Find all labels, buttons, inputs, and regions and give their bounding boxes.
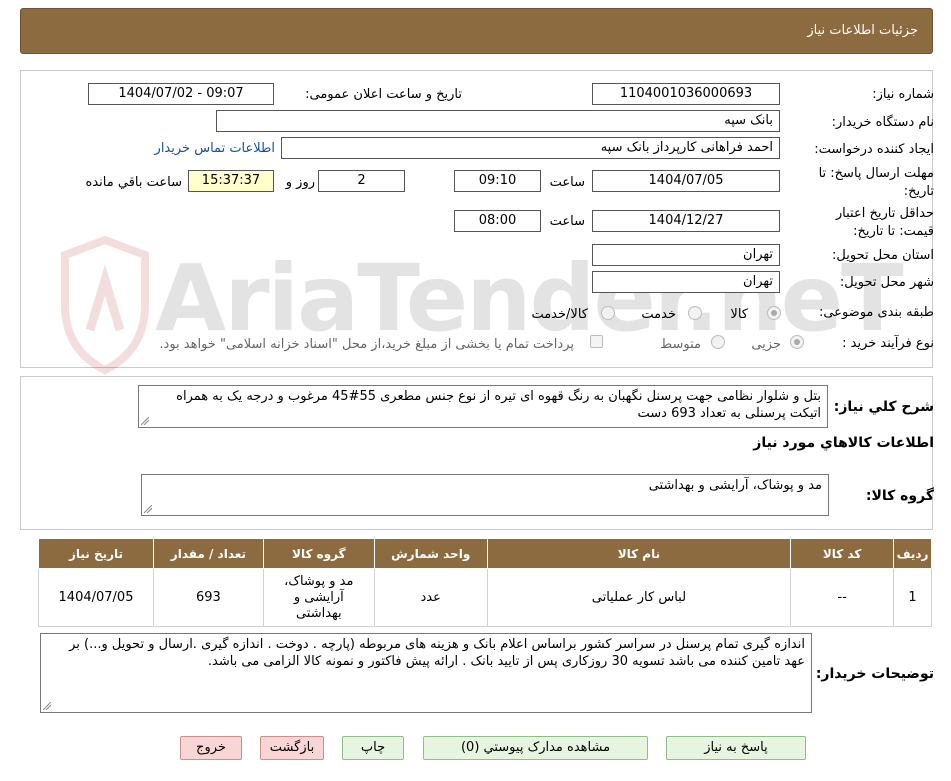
col-header-quantity: تعداد / مقدار [153,538,264,569]
city-label: شهر محل تحویل: [839,275,934,290]
resize-grip-icon[interactable] [43,702,51,710]
category-goods-service-label: کالا/خدمت [531,307,588,322]
resize-grip-icon[interactable] [144,505,152,513]
announce-field: 1404/07/02 - 09:07 [88,83,274,105]
cell-date: 1404/07/05 [38,568,154,627]
validity-label: حداقل تاریخ اعتبار [835,206,934,221]
back-button[interactable]: بازگشت [260,736,324,760]
remaining-label: ساعت باقي مانده [85,175,182,190]
remaining-days-field: 2 [318,170,405,192]
deadline-time-field: 09:10 [454,170,541,192]
city-field: تهران [592,271,780,293]
goods-group-label: گروه کالا: [865,488,934,504]
col-header-unit: واحد شمارش [373,538,488,569]
reply-button[interactable]: پاسخ به نیاز [666,736,806,760]
process-minor-label: جزیی [751,337,781,352]
need-number-label: شماره نیاز: [872,87,934,102]
goods-section-title: اطلاعات کالاهاي مورد نياز [753,435,934,451]
deadline-label: مهلت ارسال پاسخ: تا [818,166,934,181]
print-button[interactable]: چاپ [342,736,404,760]
cell-quantity: 693 [153,568,264,627]
buyer-notes-textarea: اندازه گیری تمام پرسنل در سراسر کشور برا… [40,633,812,713]
process-medium-label: متوسط [660,337,701,352]
category-service-label: خدمت [641,307,676,322]
page-header: جزئیات اطلاعات نیاز [20,8,933,54]
buyer-contact-link[interactable]: اطلاعات تماس خریدار [155,141,275,156]
buyer-org-label: نام دستگاه خریدار: [831,115,934,130]
cell-unit: عدد [373,568,488,627]
col-header-code: کد کالا [790,538,895,569]
province-field: تهران [592,244,780,266]
category-label: طبقه بندی موضوعی: [818,305,934,320]
validity-time-field: 08:00 [454,210,541,232]
process-label: نوع فرآیند خرید : [842,336,934,351]
cell-row-number: 1 [893,568,932,627]
buyer-notes-label: توضیحات خریدار: [815,666,934,682]
view-attachments-button[interactable]: مشاهده مدارک پیوستي (0) [423,736,648,760]
col-header-group: گروه کالا [262,538,375,569]
col-header-row-number: رديف [893,538,932,569]
need-number-field: 1104001036000693 [592,83,780,105]
remaining-time-field: 15:37:37 [188,170,274,192]
buyer-notes-text: اندازه گیری تمام پرسنل در سراسر کشور برا… [69,637,805,669]
goods-table: رديف کد کالا نام کالا واحد شمارش گروه کا… [38,538,932,627]
category-goods-service-radio[interactable] [601,306,615,320]
summary-label: شرح کلي نياز: [833,399,934,415]
table-row: 1 -- لباس کار عملیاتی عدد مد و پوشاک، آر… [38,568,932,627]
col-header-name: نام کالا [486,538,792,569]
category-service-radio[interactable] [688,306,702,320]
days-label: روز و [285,175,315,190]
table-header-row: رديف کد کالا نام کالا واحد شمارش گروه کا… [38,538,932,569]
deadline-label-2: تاریخ: [903,184,934,199]
deadline-date-field: 1404/07/05 [592,170,780,192]
cell-group: مد و پوشاک، آرایشی و بهداشتی [262,568,375,627]
buyer-org-field: بانک سپه [216,110,780,132]
resize-grip-icon[interactable] [141,417,149,425]
cell-name: لباس کار عملیاتی [486,568,792,627]
summary-textarea: بتل و شلوار نظامی جهت پرسنل نگهبان به رن… [138,385,828,428]
announce-label: تاریخ و ساعت اعلان عمومی: [305,87,462,102]
goods-group-text: مد و پوشاک، آرایشی و بهداشتی [648,478,822,493]
process-minor-radio[interactable] [790,335,804,349]
page-title: جزئیات اطلاعات نیاز [807,23,918,38]
summary-text: بتل و شلوار نظامی جهت پرسنل نگهبان به رن… [176,389,821,421]
validity-hour-label: ساعت [549,214,585,229]
deadline-hour-label: ساعت [549,175,585,190]
exit-button[interactable]: خروج [180,736,242,760]
creator-label: ایجاد کننده درخواست: [814,142,934,157]
validity-label-2: قیمت: تا تاریخ: [853,224,934,239]
province-label: استان محل تحویل: [832,248,934,263]
category-goods-radio[interactable] [767,306,781,320]
goods-group-textarea: مد و پوشاک، آرایشی و بهداشتی [141,474,829,516]
process-medium-radio[interactable] [711,335,725,349]
cell-code: -- [790,568,895,627]
category-goods-label: کالا [730,307,748,322]
creator-field: احمد فراهانی کارپرداز بانک سپه [281,137,780,159]
col-header-date: تاريخ نياز [38,538,154,569]
validity-date-field: 1404/12/27 [592,210,780,232]
treasury-payment-checkbox[interactable] [590,335,603,348]
treasury-payment-note: پرداخت تمام یا بخشی از مبلغ خرید،از محل … [159,337,574,352]
